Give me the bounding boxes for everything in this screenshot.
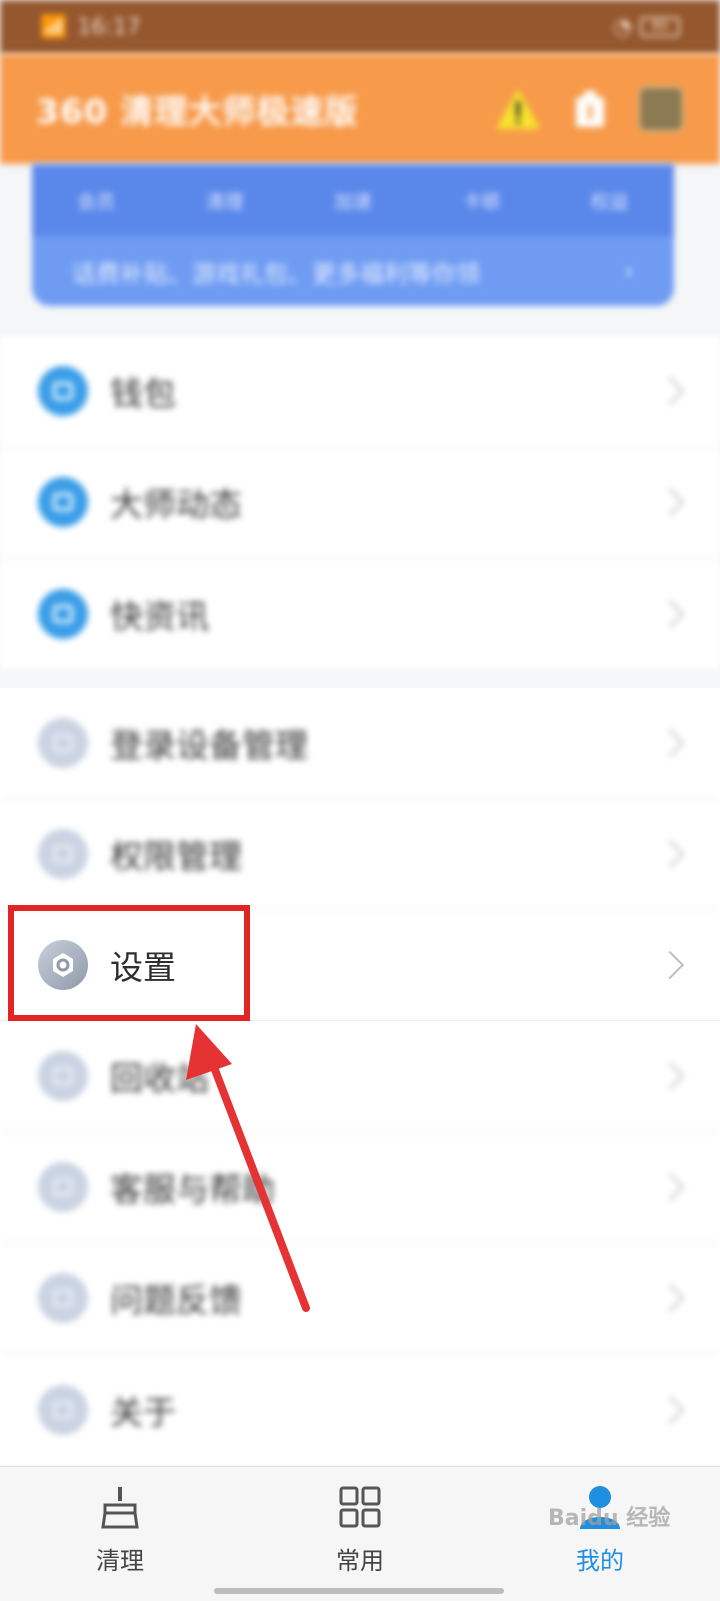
vip-tab[interactable]: 加速 xyxy=(334,187,372,214)
feedback-icon xyxy=(38,1273,88,1323)
menu-item-label: 关于 xyxy=(110,1392,176,1432)
vip-tab[interactable]: 清理 xyxy=(206,187,244,214)
about-icon xyxy=(38,1384,88,1435)
grid-icon xyxy=(338,1479,382,1535)
recycle-bin-icon xyxy=(38,1051,88,1101)
gear-icon xyxy=(38,940,88,990)
chevron-right-icon xyxy=(655,1061,685,1091)
menu-item-label: 登录设备管理 xyxy=(110,726,308,765)
wifi-icon: ◔ xyxy=(612,14,632,40)
status-left: 📶 16:17 xyxy=(40,15,141,40)
vip-promo[interactable]: 话费补贴、游戏礼包、更多福利等你领 › xyxy=(32,236,674,306)
menu-item-device-management[interactable]: 登录设备管理 xyxy=(0,688,720,799)
chevron-right-icon xyxy=(655,950,685,980)
vip-tab[interactable]: 权益 xyxy=(591,187,629,214)
signal-icon: 📶 xyxy=(40,14,68,40)
vip-promo-text: 话费补贴、游戏礼包、更多福利等你领 xyxy=(72,259,480,288)
menu-item-news[interactable]: 大师动态 xyxy=(0,447,720,558)
menu-item-label: 问题反馈 xyxy=(110,1281,242,1320)
news-icon xyxy=(38,477,88,527)
vip-tabs: 会员 清理 加速 卡顿 权益 xyxy=(32,164,674,236)
home-indicator[interactable] xyxy=(214,1588,504,1594)
vip-card[interactable]: 会员 清理 加速 卡顿 权益 话费补贴、游戏礼包、更多福利等你领 › xyxy=(32,164,674,306)
chevron-right-icon xyxy=(655,839,685,869)
status-right: ◔ 80 xyxy=(613,15,680,40)
nav-label: 常用 xyxy=(336,1547,384,1575)
watermark: Baidu 经验 xyxy=(548,1506,671,1531)
menu-item-about[interactable]: 关于 xyxy=(0,1354,720,1465)
menu-item-quick-info[interactable]: 快资讯 xyxy=(0,558,720,669)
menu-item-label: 快资讯 xyxy=(110,596,209,636)
app-header: 360 清理大师极速版 xyxy=(0,54,720,164)
warning-icon[interactable] xyxy=(494,87,542,131)
nav-item-common[interactable]: 常用 xyxy=(240,1467,480,1601)
header-actions xyxy=(494,86,684,132)
device-icon xyxy=(38,718,88,768)
menu-group-secondary: 登录设备管理 权限管理 设置 回收站 客服与帮助 问题反馈 关于 xyxy=(0,688,720,1465)
avatar[interactable] xyxy=(638,86,684,132)
chevron-right-icon: › xyxy=(624,257,634,285)
menu-item-permissions[interactable]: 权限管理 xyxy=(0,799,720,910)
chevron-right-icon xyxy=(655,1283,685,1313)
menu-item-feedback[interactable]: 问题反馈 xyxy=(0,1243,720,1354)
menu-item-label: 设置 xyxy=(110,948,176,987)
chevron-right-icon xyxy=(655,376,685,406)
nav-label: 我的 xyxy=(576,1547,624,1575)
chevron-right-icon xyxy=(655,1172,685,1202)
app-title: 360 清理大师极速版 xyxy=(36,92,359,131)
bottom-nav: 清理 常用 我的 xyxy=(0,1466,720,1601)
menu-item-recycle-bin[interactable]: 回收站 xyxy=(0,1021,720,1132)
chevron-right-icon xyxy=(655,599,685,628)
menu-item-label: 钱包 xyxy=(110,374,176,413)
info-icon xyxy=(38,588,88,639)
chevron-right-icon xyxy=(655,728,685,758)
menu-group-primary: 钱包 大师动态 快资讯 xyxy=(0,336,720,669)
permission-icon xyxy=(38,829,88,879)
menu-item-label: 回收站 xyxy=(110,1059,209,1098)
vip-tab[interactable]: 会员 xyxy=(77,187,115,214)
broom-icon xyxy=(99,1479,141,1535)
chevron-right-icon xyxy=(655,487,685,517)
menu-item-label: 权限管理 xyxy=(110,837,242,876)
menu-item-wallet[interactable]: 钱包 xyxy=(0,336,720,447)
chevron-right-icon xyxy=(655,1395,685,1424)
vip-tab[interactable]: 卡顿 xyxy=(462,187,500,214)
status-bar: 📶 16:17 ◔ 80 xyxy=(0,0,720,54)
nav-label: 清理 xyxy=(96,1547,144,1575)
trash-icon[interactable] xyxy=(572,89,608,129)
battery-indicator: 80 xyxy=(640,17,680,37)
nav-item-mine[interactable]: 我的 xyxy=(480,1467,720,1601)
menu-item-help[interactable]: 客服与帮助 xyxy=(0,1132,720,1243)
help-icon xyxy=(38,1162,88,1212)
menu-item-settings[interactable]: 设置 xyxy=(0,910,720,1021)
menu-item-label: 大师动态 xyxy=(110,485,242,524)
nav-item-clean[interactable]: 清理 xyxy=(0,1467,240,1601)
menu-item-label: 客服与帮助 xyxy=(110,1170,275,1209)
status-time: 16:17 xyxy=(77,14,141,40)
wallet-icon xyxy=(38,366,88,416)
